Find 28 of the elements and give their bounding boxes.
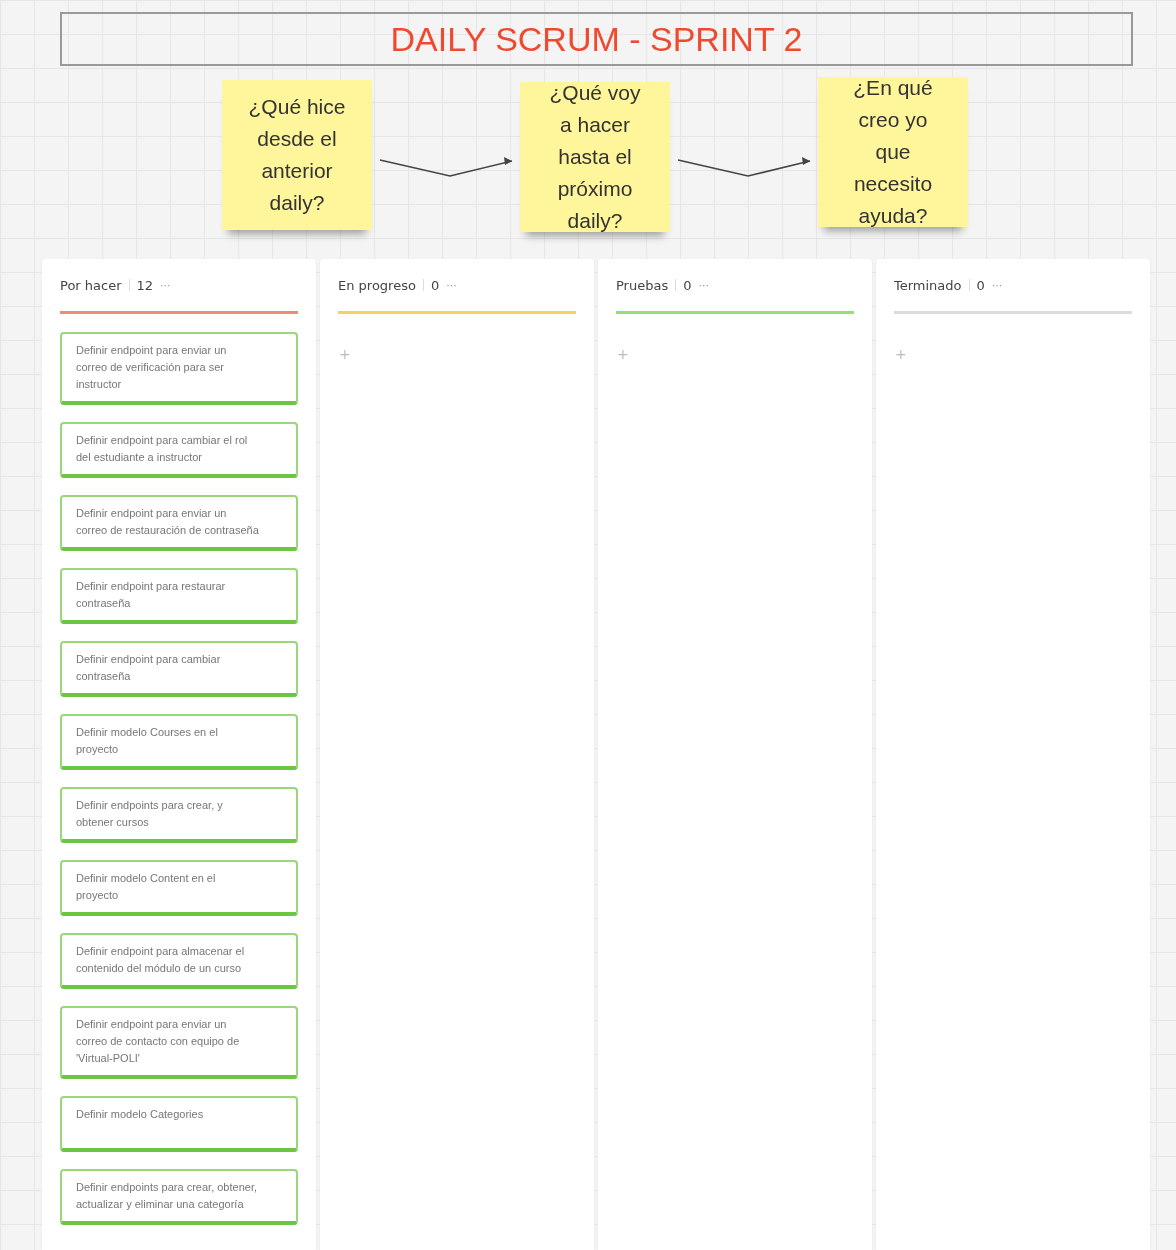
more-menu[interactable]: ···: [991, 278, 1003, 292]
sticky-note[interactable]: ¿Qué hice desde el anterior daily?: [222, 80, 372, 230]
task-card[interactable]: Definir endpoint para almacenar el contenido del módulo de un curso: [60, 933, 298, 989]
task-card[interactable]: Definir modelo Categories: [60, 1096, 298, 1152]
task-card[interactable]: Definir endpoint para cambiar el rol del estudiante a instructor: [60, 422, 298, 478]
task-card[interactable]: Definir endpoint para cambiar contraseña: [60, 641, 298, 697]
card-count: 0: [430, 277, 440, 293]
column-title: Por hacer: [60, 277, 122, 293]
card-count: 0: [683, 277, 692, 293]
sticky-note[interactable]: ¿En qué creo yo que necesito ayuda?: [818, 77, 968, 227]
task-card[interactable]: Definir modelo Courses en el proyecto: [60, 714, 298, 770]
more-menu[interactable]: ···: [160, 278, 171, 292]
task-card[interactable]: Definir endpoints para crear, y obtener cursos: [60, 787, 298, 843]
task-card[interactable]: Definir endpoint para enviar un correo de contacto con equipo de 'Virtual-POLI': [60, 1006, 298, 1079]
more-menu[interactable]: ···: [698, 278, 709, 292]
column-title: En progreso: [338, 277, 416, 293]
sticky-note[interactable]: ¿Qué voy a hacer hasta el próximo daily?: [520, 82, 670, 232]
board-title: DAILY SCRUM - SPRINT 2: [390, 19, 803, 59]
task-card[interactable]: Definir endpoint para enviar un correo de restauración de contraseña: [60, 495, 298, 551]
card-count: 12: [136, 277, 154, 293]
task-card[interactable]: Definir modelo Content en el proyecto: [60, 860, 298, 916]
task-card[interactable]: Definir endpoint para enviar un correo de verificación para ser instructor: [60, 332, 298, 405]
column-title: Terminado: [894, 277, 962, 293]
card-count: 0: [976, 277, 985, 293]
column-title: Pruebas: [616, 277, 669, 293]
task-card[interactable]: Definir endpoints para crear, obtener, actualizar y eliminar una categoría: [60, 1169, 298, 1225]
task-card[interactable]: Definir endpoint para restaurar contraseña: [60, 568, 298, 624]
more-menu[interactable]: ···: [446, 278, 457, 292]
